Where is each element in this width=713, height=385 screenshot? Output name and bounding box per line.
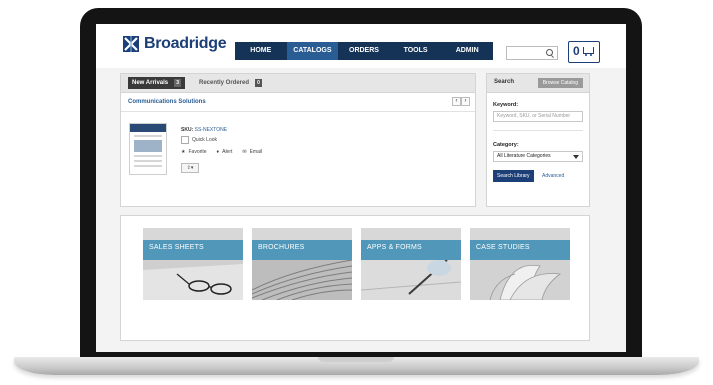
pager: ‹ › <box>452 97 470 106</box>
tab-recently-ordered-label: Recently Ordered <box>199 80 250 86</box>
product-thumbnail[interactable] <box>129 123 167 175</box>
alert-label: Alert <box>222 149 233 155</box>
screen: Broadridge HOME CATALOGS ORDERS TOOLS AD… <box>96 24 626 352</box>
share-button[interactable]: ⇪▾ <box>181 163 199 173</box>
prev-icon[interactable]: ‹ <box>452 97 461 106</box>
catalog-divider <box>121 111 475 112</box>
laptop-notch <box>318 357 394 362</box>
email-button[interactable]: ✉ Email <box>242 149 262 155</box>
share-icon: ⇪▾ <box>186 165 194 171</box>
tile-case-studies[interactable]: CASE STUDIES <box>470 228 570 300</box>
broadridge-logo-icon <box>123 36 139 52</box>
tab-new-arrivals-label: New Arrivals <box>132 80 169 86</box>
sku: SKU: SS-NEXTONE <box>181 127 227 133</box>
keyword-input[interactable]: Keyword, SKU, or Serial Number <box>493 111 583 122</box>
catalog-panel: New Arrivals 3 Recently Ordered 0 Commun… <box>120 73 476 207</box>
tile-brochures-label: BROCHURES <box>258 244 305 251</box>
glasses-image <box>143 260 243 300</box>
sku-value[interactable]: SS-NEXTONE <box>195 127 227 133</box>
cart-icon <box>583 47 594 56</box>
header-search-input[interactable] <box>506 46 558 60</box>
alert-button[interactable]: ♦ Alert <box>217 149 233 155</box>
next-icon[interactable]: › <box>461 97 470 106</box>
brand-name: Broadridge <box>144 35 227 52</box>
keyword-label: Keyword: <box>493 102 519 108</box>
brand-logo[interactable]: Broadridge <box>122 35 227 53</box>
tab-new-arrivals[interactable]: New Arrivals 3 <box>128 77 186 89</box>
nav-orders[interactable]: ORDERS <box>338 42 390 60</box>
quick-look-button[interactable]: Quick Look <box>181 136 217 144</box>
nav-admin[interactable]: ADMIN <box>441 42 493 60</box>
nav-home[interactable]: HOME <box>235 42 287 60</box>
open-book-image <box>470 260 570 300</box>
nav-tools[interactable]: TOOLS <box>390 42 442 60</box>
product-actions: ★ Favorite ♦ Alert ✉ Email <box>181 149 262 155</box>
cart-button[interactable]: 0 <box>568 41 600 63</box>
category-value: All Literature Categories <box>497 153 551 159</box>
tile-sales-sheets-label: SALES SHEETS <box>149 244 204 251</box>
new-arrivals-count: 3 <box>174 79 182 87</box>
quick-look-icon <box>181 136 189 144</box>
tile-sales-sheets[interactable]: SALES SHEETS <box>143 228 243 300</box>
advanced-search-link[interactable]: Advanced <box>542 173 564 179</box>
browse-catalog-button[interactable]: Browse Catalog <box>537 78 583 88</box>
catalog-title[interactable]: Communications Solutions <box>128 99 206 105</box>
catalog-tabs: New Arrivals 3 Recently Ordered 0 <box>121 74 475 93</box>
top-bar: Broadridge HOME CATALOGS ORDERS TOOLS AD… <box>96 24 626 68</box>
category-select[interactable]: All Literature Categories <box>493 151 583 162</box>
tile-case-studies-label: CASE STUDIES <box>476 244 530 251</box>
search-panel-header: Search Browse Catalog <box>487 74 589 93</box>
tile-brochures[interactable]: BROCHURES <box>252 228 352 300</box>
nav-catalogs[interactable]: CATALOGS <box>286 42 339 60</box>
chevron-down-icon <box>573 155 579 159</box>
search-panel-title: Search <box>494 79 515 85</box>
envelope-icon: ✉ <box>242 149 247 155</box>
main-nav: HOME CATALOGS ORDERS TOOLS ADMIN <box>235 42 493 60</box>
bell-icon: ♦ <box>216 149 220 155</box>
favorite-button[interactable]: ★ Favorite <box>181 149 207 155</box>
tile-apps-forms[interactable]: APPS & FORMS <box>361 228 461 300</box>
pen-writing-image <box>361 260 461 300</box>
star-icon: ★ <box>181 149 186 155</box>
quick-look-label: Quick Look <box>192 137 218 143</box>
search-icon[interactable] <box>546 49 553 56</box>
paper-stack-image <box>252 260 352 300</box>
search-divider <box>493 130 583 131</box>
search-library-button[interactable]: Search Library <box>493 170 534 182</box>
email-label: Email <box>249 149 263 155</box>
tab-recently-ordered[interactable]: Recently Ordered 0 <box>195 77 266 89</box>
category-label: Category: <box>493 142 519 148</box>
recently-ordered-count: 0 <box>255 79 263 87</box>
cart-count: 0 <box>573 44 580 58</box>
tile-apps-forms-label: APPS & FORMS <box>367 244 422 251</box>
sku-label: SKU: <box>181 127 194 133</box>
favorite-label: Favorite <box>188 149 207 155</box>
search-panel: Search Browse Catalog Keyword: Keyword, … <box>486 73 590 207</box>
